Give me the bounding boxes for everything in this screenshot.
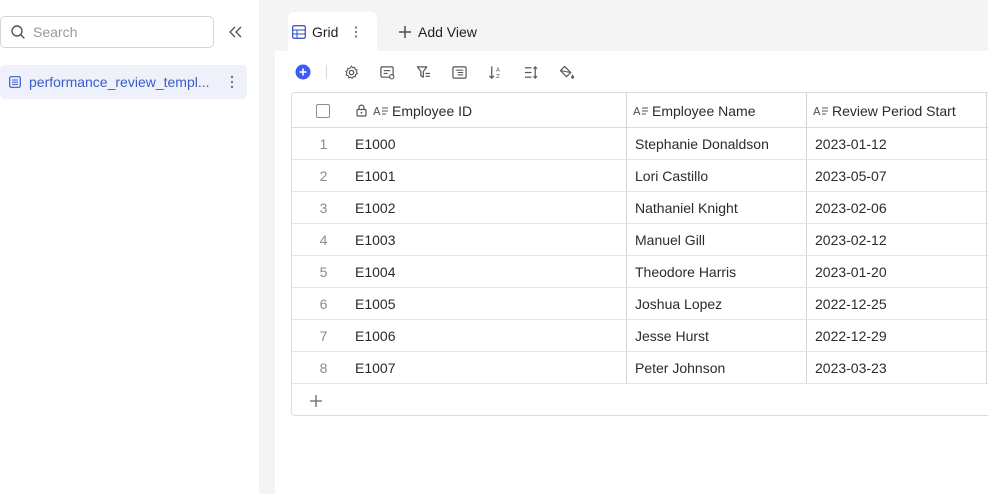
text-field-icon: A xyxy=(373,105,388,117)
text-field-icon: A xyxy=(633,105,648,117)
plus-icon xyxy=(310,395,322,407)
table-row[interactable]: 1 E1000 Stephanie Donaldson 2023-01-12 xyxy=(292,128,988,160)
cell-employee-id[interactable]: E1006 xyxy=(355,320,395,352)
color-fill-button[interactable] xyxy=(558,63,576,81)
search-icon xyxy=(11,25,25,39)
table-row[interactable]: 5 E1004 Theodore Harris 2023-01-20 xyxy=(292,256,988,288)
table-row[interactable]: 4 E1003 Manuel Gill 2023-02-12 xyxy=(292,224,988,256)
group-button[interactable] xyxy=(450,63,468,81)
add-view-label: Add View xyxy=(418,24,477,40)
settings-icon xyxy=(344,64,358,79)
search-box[interactable] xyxy=(0,16,214,48)
row-number: 7 xyxy=(319,328,328,344)
sidebar-item-label: performance_review_templ... xyxy=(29,74,210,90)
row-number: 3 xyxy=(319,200,328,216)
row-number: 5 xyxy=(319,264,328,280)
column-header-employee-name[interactable]: A Employee Name xyxy=(633,93,808,128)
cell-employee-id[interactable]: E1003 xyxy=(355,224,395,256)
cell-employee-name[interactable]: Peter Johnson xyxy=(635,352,725,384)
table-row[interactable]: 6 E1005 Joshua Lopez 2022-12-25 xyxy=(292,288,988,320)
view-tabbar: Grid Add View xyxy=(275,0,988,51)
color-fill-icon xyxy=(559,65,575,79)
search-input[interactable] xyxy=(33,24,193,40)
cell-review-period-start[interactable]: 2022-12-25 xyxy=(815,288,887,320)
tab-grid[interactable]: Grid xyxy=(288,12,377,51)
cell-review-period-start[interactable]: 2022-12-29 xyxy=(815,320,887,352)
svg-text:A: A xyxy=(813,105,821,117)
svg-text:Z: Z xyxy=(495,74,499,80)
double-chevron-left-icon xyxy=(229,26,242,38)
tab-more-icon[interactable] xyxy=(354,25,358,38)
column-header-employee-id[interactable]: A Employee ID xyxy=(356,93,626,128)
cell-review-period-start[interactable]: 2023-02-06 xyxy=(815,192,887,224)
table-row[interactable]: 8 E1007 Peter Johnson 2023-03-23 xyxy=(292,352,988,384)
cell-employee-name[interactable]: Theodore Harris xyxy=(635,256,736,288)
svg-text:A: A xyxy=(373,105,381,117)
group-icon xyxy=(451,65,467,79)
filter-button[interactable] xyxy=(414,63,432,81)
table-row[interactable]: 3 E1002 Nathaniel Knight 2023-02-06 xyxy=(292,192,988,224)
cell-employee-id[interactable]: E1007 xyxy=(355,352,395,384)
cell-employee-name[interactable]: Jesse Hurst xyxy=(635,320,709,352)
cell-review-period-start[interactable]: 2023-01-20 xyxy=(815,256,887,288)
toolbar: A Z xyxy=(275,51,988,91)
table-row[interactable]: 7 E1006 Jesse Hurst 2022-12-29 xyxy=(292,320,988,352)
grid-header: A Employee ID A Employee Name A Review P… xyxy=(292,93,988,128)
row-number: 1 xyxy=(319,136,328,152)
field-manage-icon xyxy=(379,65,394,79)
cell-employee-name[interactable]: Nathaniel Knight xyxy=(635,192,738,224)
cell-employee-name[interactable]: Lori Castillo xyxy=(635,160,708,192)
sort-icon: A Z xyxy=(488,65,499,80)
table-icon xyxy=(9,76,21,88)
grid-icon xyxy=(292,24,306,39)
row-number: 2 xyxy=(319,168,328,184)
cell-employee-id[interactable]: E1000 xyxy=(355,128,395,160)
sidebar-divider xyxy=(259,0,275,494)
svg-text:A: A xyxy=(633,105,641,117)
plus-icon xyxy=(399,26,411,38)
toolbar-separator xyxy=(326,65,327,79)
row-height-icon xyxy=(524,65,538,79)
cell-employee-id[interactable]: E1005 xyxy=(355,288,395,320)
column-label: Employee ID xyxy=(392,102,473,119)
row-height-button[interactable] xyxy=(522,63,540,81)
cell-review-period-start[interactable]: 2023-05-07 xyxy=(815,160,887,192)
svg-text:A: A xyxy=(495,67,499,73)
cell-employee-name[interactable]: Stephanie Donaldson xyxy=(635,128,769,160)
tab-grid-label: Grid xyxy=(312,23,339,40)
main-area: Grid Add View A Z A Employee ID A Employ… xyxy=(275,0,988,494)
add-record-icon xyxy=(295,64,311,80)
table-row[interactable]: 2 E1001 Lori Castillo 2023-05-07 xyxy=(292,160,988,192)
cell-employee-id[interactable]: E1004 xyxy=(355,256,395,288)
column-header-review-period-start[interactable]: A Review Period Start xyxy=(813,93,988,128)
field-manage-button[interactable] xyxy=(378,63,396,81)
cell-employee-id[interactable]: E1002 xyxy=(355,192,395,224)
collapse-sidebar-button[interactable] xyxy=(226,22,246,42)
row-number: 6 xyxy=(319,296,328,312)
row-number: 4 xyxy=(319,232,328,248)
text-field-icon: A xyxy=(813,105,828,117)
cell-review-period-start[interactable]: 2023-02-12 xyxy=(815,224,887,256)
sidebar-item-table[interactable]: performance_review_templ... xyxy=(0,65,247,99)
column-label: Employee Name xyxy=(652,102,756,119)
add-view-button[interactable]: Add View xyxy=(398,22,477,42)
data-grid: A Employee ID A Employee Name A Review P… xyxy=(291,92,988,416)
select-all-checkbox[interactable] xyxy=(316,93,330,128)
filter-icon xyxy=(416,65,430,78)
more-options-icon[interactable] xyxy=(228,74,236,90)
cell-employee-name[interactable]: Manuel Gill xyxy=(635,224,705,256)
lock-icon xyxy=(356,104,367,117)
cell-employee-id[interactable]: E1001 xyxy=(355,160,395,192)
cell-review-period-start[interactable]: 2023-03-23 xyxy=(815,352,887,384)
add-record-button[interactable] xyxy=(294,63,312,81)
cell-employee-name[interactable]: Joshua Lopez xyxy=(635,288,722,320)
sidebar: performance_review_templ... xyxy=(0,0,259,494)
row-number: 8 xyxy=(319,360,328,376)
checkbox[interactable] xyxy=(316,103,330,118)
settings-button[interactable] xyxy=(342,63,360,81)
sort-button[interactable]: A Z xyxy=(486,63,504,81)
add-row-button[interactable] xyxy=(308,393,324,409)
column-label: Review Period Start xyxy=(832,102,956,119)
cell-review-period-start[interactable]: 2023-01-12 xyxy=(815,128,887,160)
